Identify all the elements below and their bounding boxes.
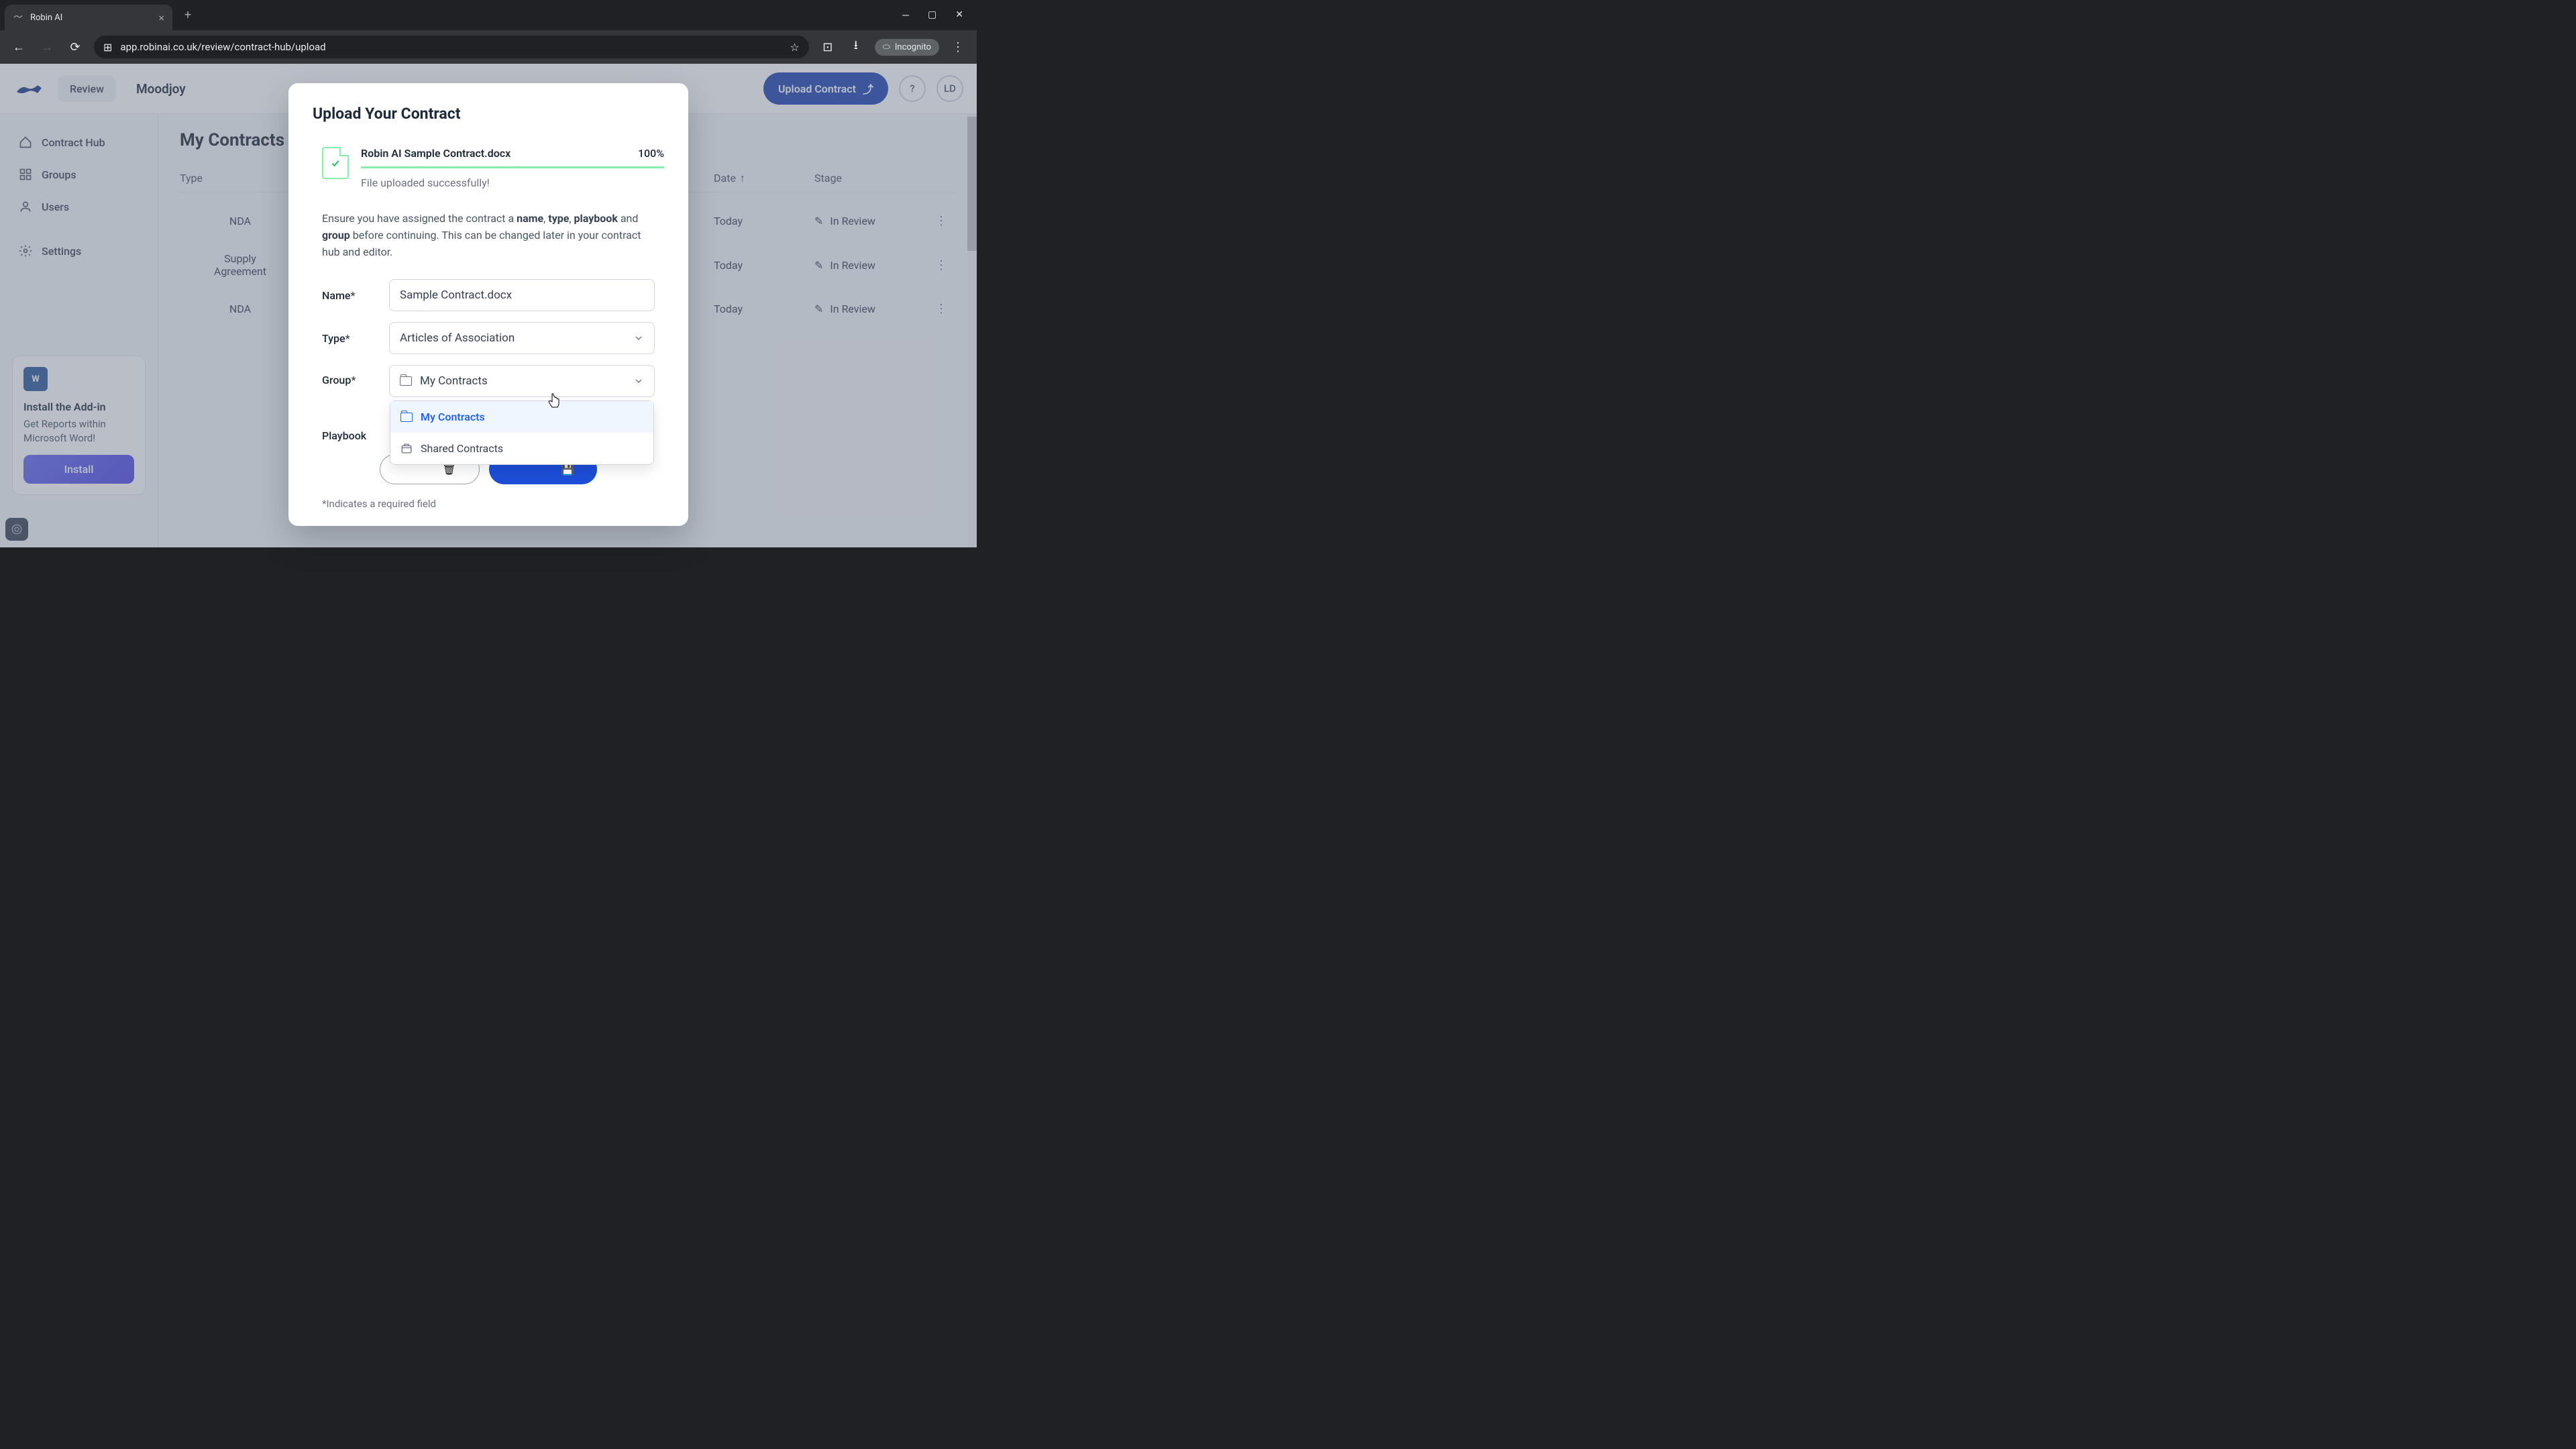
incognito-label: Incognito	[895, 42, 931, 52]
window-controls: ─ ▢ ✕	[902, 9, 977, 21]
instruction-text: Ensure you have assigned the contract a …	[313, 211, 664, 260]
progress-bar	[361, 166, 664, 168]
upload-modal: Upload Your Contract Robin AI Sample Con…	[288, 83, 688, 526]
extensions-icon[interactable]: ⊡	[818, 40, 837, 54]
cursor-pointer-icon	[547, 392, 561, 411]
modal-title: Upload Your Contract	[313, 105, 664, 123]
incognito-badge: ⬭ Incognito	[875, 39, 939, 56]
incognito-icon: ⬭	[883, 42, 890, 52]
type-value: Articles of Association	[400, 331, 515, 345]
browser-tab[interactable]: Robin AI ×	[5, 5, 172, 30]
back-button[interactable]: ←	[9, 40, 28, 54]
browser-menu-icon[interactable]: ⋮	[949, 40, 967, 54]
group-option-my-contracts[interactable]: My Contracts	[390, 401, 653, 433]
upload-percent: 100%	[638, 147, 664, 160]
close-window-button[interactable]: ✕	[955, 9, 963, 21]
new-tab-button[interactable]: +	[184, 8, 191, 22]
bookmark-icon[interactable]: ☆	[790, 41, 799, 54]
group-option-shared-contracts[interactable]: Shared Contracts	[390, 433, 653, 464]
option-label: Shared Contracts	[421, 442, 503, 455]
address-bar[interactable]: ⊞ app.robinai.co.uk/review/contract-hub/…	[94, 36, 809, 58]
type-row: Type* Articles of Association	[322, 322, 655, 354]
tab-close-icon[interactable]: ×	[158, 11, 164, 24]
minimize-button[interactable]: ─	[902, 9, 909, 21]
trash-icon: 🗑	[442, 463, 455, 476]
file-success-icon	[322, 147, 349, 179]
group-value: My Contracts	[420, 374, 488, 388]
name-input[interactable]	[389, 279, 655, 311]
folder-icon	[400, 413, 413, 422]
maximize-button[interactable]: ▢	[928, 9, 936, 21]
file-upload-status: Robin AI Sample Contract.docx 100% File …	[313, 147, 664, 189]
uploaded-file-name: Robin AI Sample Contract.docx	[361, 147, 511, 160]
required-footnote: *Indicates a required field	[313, 498, 664, 510]
chevron-down-icon	[633, 333, 644, 343]
downloads-icon[interactable]: ⭳	[847, 37, 865, 57]
type-select[interactable]: Articles of Association	[389, 322, 655, 354]
reload-button[interactable]: ⟳	[66, 40, 85, 54]
browser-toolbar: ← → ⟳ ⊞ app.robinai.co.uk/review/contrac…	[0, 30, 977, 64]
site-settings-icon[interactable]: ⊞	[103, 41, 112, 54]
app-container: Review Moodjoy Upload Contract ⤴ ? LD Co…	[0, 64, 977, 547]
chevron-down-icon	[633, 376, 644, 386]
folder-icon	[400, 376, 412, 386]
url-text: app.robinai.co.uk/review/contract-hub/up…	[120, 41, 782, 53]
name-row: Name*	[322, 279, 655, 311]
tab-title: Robin AI	[30, 13, 152, 23]
upload-status-text: File uploaded successfully!	[361, 176, 664, 189]
group-row: Group* My Contracts My Contracts	[322, 365, 655, 397]
shared-folder-icon	[400, 443, 413, 455]
tab-favicon	[13, 12, 23, 23]
browser-tab-strip: Robin AI × + ─ ▢ ✕	[0, 0, 977, 30]
group-select[interactable]: My Contracts My Contracts Shared Contrac…	[389, 365, 655, 397]
forward-button[interactable]: →	[38, 40, 56, 54]
option-label: My Contracts	[421, 411, 485, 423]
group-dropdown: My Contracts Shared Contracts	[390, 400, 654, 465]
save-icon: 💾	[561, 463, 574, 476]
